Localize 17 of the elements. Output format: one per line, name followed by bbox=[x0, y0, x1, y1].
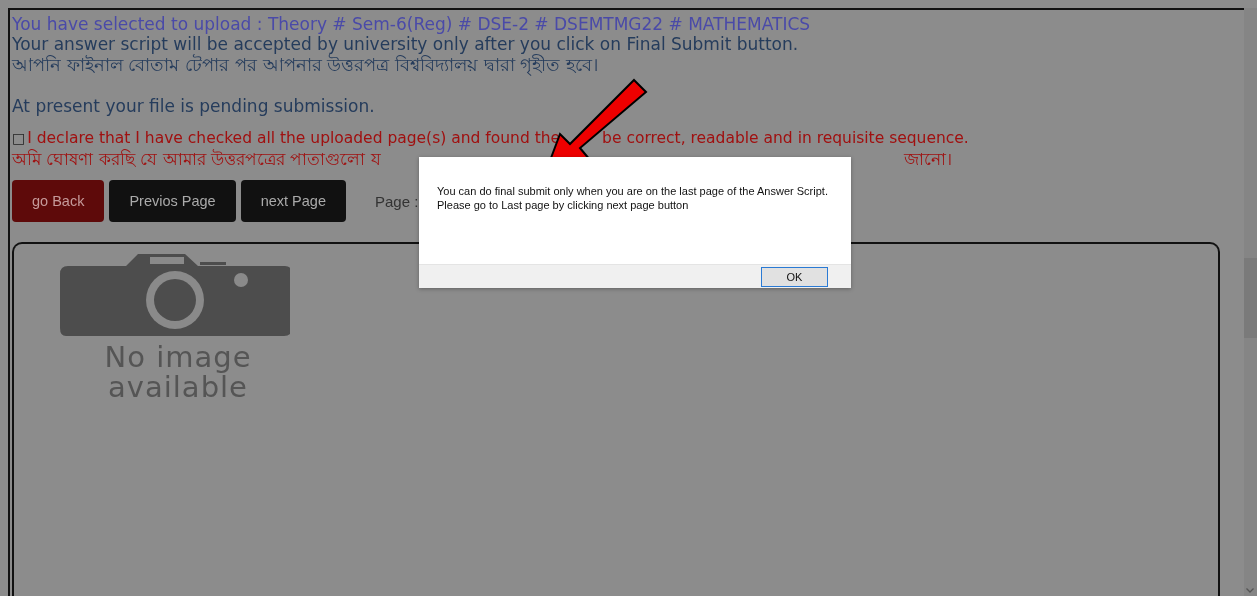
status-text: At present your file is pending submission. bbox=[12, 96, 376, 116]
selection-text: You have selected to upload : Theory # Sem-6(Reg) # DSE-2 # DSEMTMG22 # MATHEMATICS bbox=[12, 14, 812, 34]
page-label: Page : bbox=[374, 192, 419, 210]
declaration-text: be correct, readable and in requisite sequence. bbox=[602, 128, 969, 148]
notice-text: Your answer script will be accepted by university only after you click on Final Submit button. bbox=[12, 34, 800, 54]
ok-button[interactable]: OK bbox=[761, 266, 828, 287]
page-button[interactable]: Previos Page bbox=[109, 180, 236, 222]
scrollbar[interactable] bbox=[1244, 8, 1257, 596]
back-button[interactable]: go Back bbox=[12, 180, 105, 222]
page-button[interactable]: next Page bbox=[240, 180, 346, 222]
camera-icon bbox=[60, 254, 290, 336]
notice-text: আপনি ফাইনাল বোতাম টেপার পর আপনার উত্তরপত্র বিশ্ববিদ্যালয় দ্বারা গৃহীত হবে। bbox=[12, 54, 600, 76]
dialog-message: You can do final submit only when you are on the last page of the Answer Script. Please go to Last page by clicking next page button bbox=[437, 184, 829, 212]
declaration-text: জানো। bbox=[904, 148, 952, 170]
checkbox[interactable]: □ bbox=[12, 128, 26, 148]
declaration-text: অমি ঘোষণা করছি যে আমার উত্তরপত্রের পাতাগুলো য bbox=[12, 148, 381, 170]
scroll-down-icon[interactable] bbox=[1246, 588, 1254, 593]
